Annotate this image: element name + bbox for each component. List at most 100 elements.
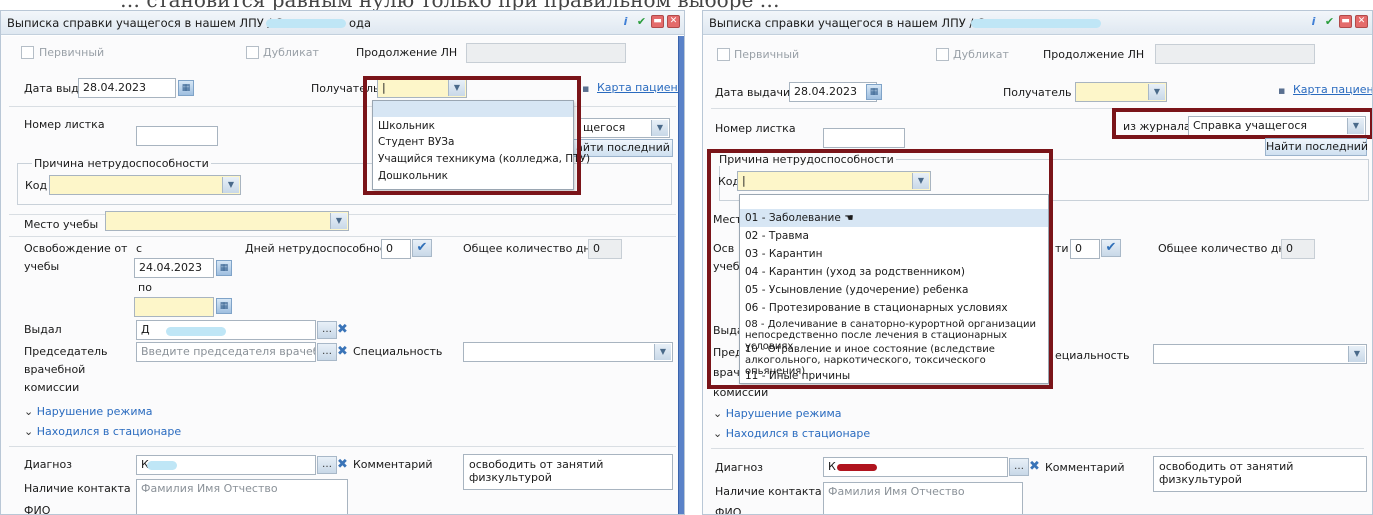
ellipsis-button[interactable]: … xyxy=(317,321,337,339)
issued-by-label: Выдал xyxy=(24,323,62,336)
chairman-label-2: врачебной xyxy=(24,363,86,376)
chevron-down-icon[interactable]: ▼ xyxy=(330,213,347,229)
find-last-button[interactable]: Найти последний xyxy=(1265,138,1368,156)
duplicate-checkbox[interactable] xyxy=(246,46,259,59)
chevron-down-icon: ⌄ xyxy=(713,407,726,420)
days-input[interactable]: 0 xyxy=(381,239,411,259)
continuation-input[interactable] xyxy=(1155,44,1315,64)
hospital-stay-label: Находился в стационаре xyxy=(36,425,182,438)
ellipsis-button[interactable]: … xyxy=(317,343,337,361)
calendar-icon[interactable]: ▦ xyxy=(216,298,232,314)
chairman-input[interactable]: Введите председателя врачебі xyxy=(136,342,316,362)
hospital-stay-toggle[interactable]: ⌄ Находился в стационаре xyxy=(24,425,181,438)
specialty-select[interactable]: ▼ xyxy=(1153,344,1367,364)
chevron-down-icon[interactable]: ▼ xyxy=(654,344,671,360)
chairman-label-3: комиссии xyxy=(24,381,80,394)
patient-card-link[interactable]: Карта пациента xyxy=(597,81,684,94)
close-icon[interactable]: ✕ xyxy=(667,15,680,28)
minimize-icon[interactable]: ▬ xyxy=(1339,15,1352,28)
minimize-icon[interactable]: ▬ xyxy=(651,15,664,28)
chevron-down-icon: ⌄ xyxy=(713,427,726,440)
duplicate-checkbox[interactable] xyxy=(936,48,949,61)
continuation-label: Продолжение ЛН xyxy=(1043,48,1145,61)
patient-card-icon[interactable]: ▪︎ xyxy=(1278,84,1285,97)
clear-icon[interactable]: ✖ xyxy=(337,345,351,359)
right-form-body: Первичный Дубликат Продолжение ЛН Дата в… xyxy=(703,36,1372,514)
issued-by-input[interactable]: Д xyxy=(136,320,316,340)
ellipsis-button[interactable]: … xyxy=(1009,458,1029,476)
info-icon[interactable]: i xyxy=(1307,15,1320,28)
checkmark-icon[interactable]: ✔ xyxy=(412,239,432,257)
sheet-number-input[interactable] xyxy=(136,126,218,146)
fio-input[interactable]: Фамилия Имя Отчество xyxy=(823,482,1023,514)
chevron-down-icon: ⌄ xyxy=(24,405,37,418)
contact-label: Наличие контакта xyxy=(24,482,131,495)
checkmark-icon[interactable]: ✔ xyxy=(1101,239,1121,257)
issue-date-input[interactable]: 28.04.2023 xyxy=(789,82,877,102)
issue-date-input[interactable]: 28.04.2023 xyxy=(78,78,176,98)
highlight-frame xyxy=(363,76,581,195)
fio-input[interactable]: Фамилия Имя Отчество xyxy=(136,479,348,514)
fio-label: ФИО xyxy=(24,504,51,515)
close-icon[interactable]: ✕ xyxy=(1355,15,1368,28)
continuation-input[interactable] xyxy=(466,43,626,63)
calendar-icon[interactable]: ▦ xyxy=(178,80,194,96)
sheet-number-input[interactable] xyxy=(823,128,905,148)
days-input[interactable]: 0 xyxy=(1070,239,1100,259)
regime-violation-label: Нарушение режима xyxy=(36,405,153,418)
issue-date-label: Дата выдачи xyxy=(715,86,791,99)
regime-violation-toggle[interactable]: ⌄ Нарушение режима xyxy=(713,407,842,420)
primary-label: Первичный xyxy=(734,48,800,61)
total-days-label: Общее количество дней xyxy=(1158,242,1300,255)
check-icon[interactable]: ✔ xyxy=(635,15,648,28)
scrollbar[interactable] xyxy=(678,36,684,514)
comment-label: Комментарий xyxy=(353,458,433,471)
hospital-stay-toggle[interactable]: ⌄ Находился в стационаре xyxy=(713,427,870,440)
study-place-input[interactable]: ▼ xyxy=(105,211,349,231)
redacted-name xyxy=(166,327,226,336)
primary-checkbox[interactable] xyxy=(717,48,730,61)
sheet-number-label: Номер листка xyxy=(715,122,796,135)
calendar-icon[interactable]: ▦ xyxy=(866,84,882,100)
calendar-icon[interactable]: ▦ xyxy=(216,260,232,276)
incapacity-reason-legend: Причина нетрудоспособности xyxy=(32,157,211,170)
chevron-down-icon[interactable]: ▼ xyxy=(222,177,239,193)
comment-textarea[interactable]: освободить от занятий физкультурой xyxy=(1153,456,1367,492)
primary-label: Первичный xyxy=(39,46,105,59)
ellipsis-button[interactable]: … xyxy=(317,456,337,474)
primary-checkbox[interactable] xyxy=(21,46,34,59)
specialty-select[interactable]: ▼ xyxy=(463,342,673,362)
from-date-input[interactable]: 24.04.2023 xyxy=(134,258,214,278)
left-titlebar: Выписка справки учащегося в нашем ЛПУ / … xyxy=(1,11,684,35)
patient-card-icon[interactable]: ▪︎ xyxy=(582,82,589,95)
comment-textarea[interactable]: освободить от занятий физкультурой xyxy=(463,454,673,490)
chairman-label: Председатель xyxy=(24,345,108,358)
divider xyxy=(711,448,1364,449)
clear-icon[interactable]: ✖ xyxy=(1029,460,1043,474)
clear-icon[interactable]: ✖ xyxy=(337,323,351,337)
specialty-label-partial: ециальность xyxy=(1055,349,1130,362)
to-date-input[interactable] xyxy=(134,297,214,317)
left-form-body: Первичный Дубликат Продолжение ЛН Дата в… xyxy=(1,36,684,514)
chevron-down-icon[interactable]: ▼ xyxy=(1148,84,1165,100)
patient-card-link[interactable]: Карта пациента xyxy=(1293,83,1372,96)
redacted-diagnosis xyxy=(147,461,177,470)
release-label-2: учебы xyxy=(24,260,60,273)
left-title-suffix: ода xyxy=(349,16,372,30)
highlight-frame xyxy=(707,149,1053,389)
journal-select[interactable]: щегося ▼ xyxy=(578,118,670,138)
redacted-name xyxy=(971,19,1101,28)
chevron-down-icon[interactable]: ▼ xyxy=(1348,346,1365,362)
clear-icon[interactable]: ✖ xyxy=(337,458,351,472)
info-icon[interactable]: i xyxy=(619,15,632,28)
code-input[interactable]: ▼ xyxy=(49,175,241,195)
redacted-diagnosis xyxy=(837,464,877,471)
left-dialog-window: Выписка справки учащегося в нашем ЛПУ / … xyxy=(0,10,685,515)
study-place-label: Место учебы xyxy=(24,218,99,231)
issued-by-value: Д xyxy=(141,323,150,336)
check-icon[interactable]: ✔ xyxy=(1323,15,1336,28)
journal-value: щегося xyxy=(583,121,626,134)
recipient-input[interactable]: ▼ xyxy=(1075,82,1167,102)
chevron-down-icon[interactable]: ▼ xyxy=(651,120,668,136)
regime-violation-toggle[interactable]: ⌄ Нарушение режима xyxy=(24,405,153,418)
